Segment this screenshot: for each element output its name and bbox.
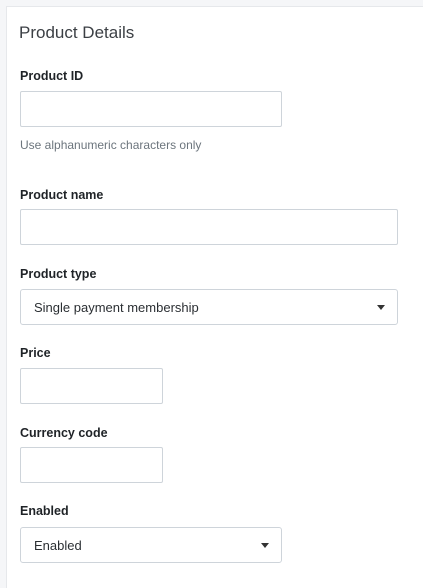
chevron-down-icon [377, 305, 385, 310]
product-name-input[interactable] [20, 209, 398, 245]
enabled-select[interactable]: Enabled [20, 527, 282, 563]
product-type-select[interactable]: Single payment membership [20, 289, 398, 325]
chevron-down-icon [261, 543, 269, 548]
product-id-input[interactable] [20, 91, 282, 127]
price-label: Price [20, 346, 51, 360]
currency-code-input[interactable] [20, 447, 163, 483]
currency-code-label: Currency code [20, 426, 108, 440]
product-type-selected-value: Single payment membership [34, 299, 199, 315]
product-name-label: Product name [20, 188, 104, 202]
enabled-label: Enabled [20, 504, 69, 518]
product-type-label: Product type [20, 267, 97, 281]
product-id-help-text: Use alphanumeric characters only [20, 138, 202, 152]
section-title: Product Details [19, 23, 135, 42]
product-details-panel: Product Details Product ID Use alphanume… [6, 6, 423, 588]
product-id-label: Product ID [20, 69, 84, 83]
price-input[interactable] [20, 368, 163, 404]
enabled-selected-value: Enabled [34, 537, 82, 553]
